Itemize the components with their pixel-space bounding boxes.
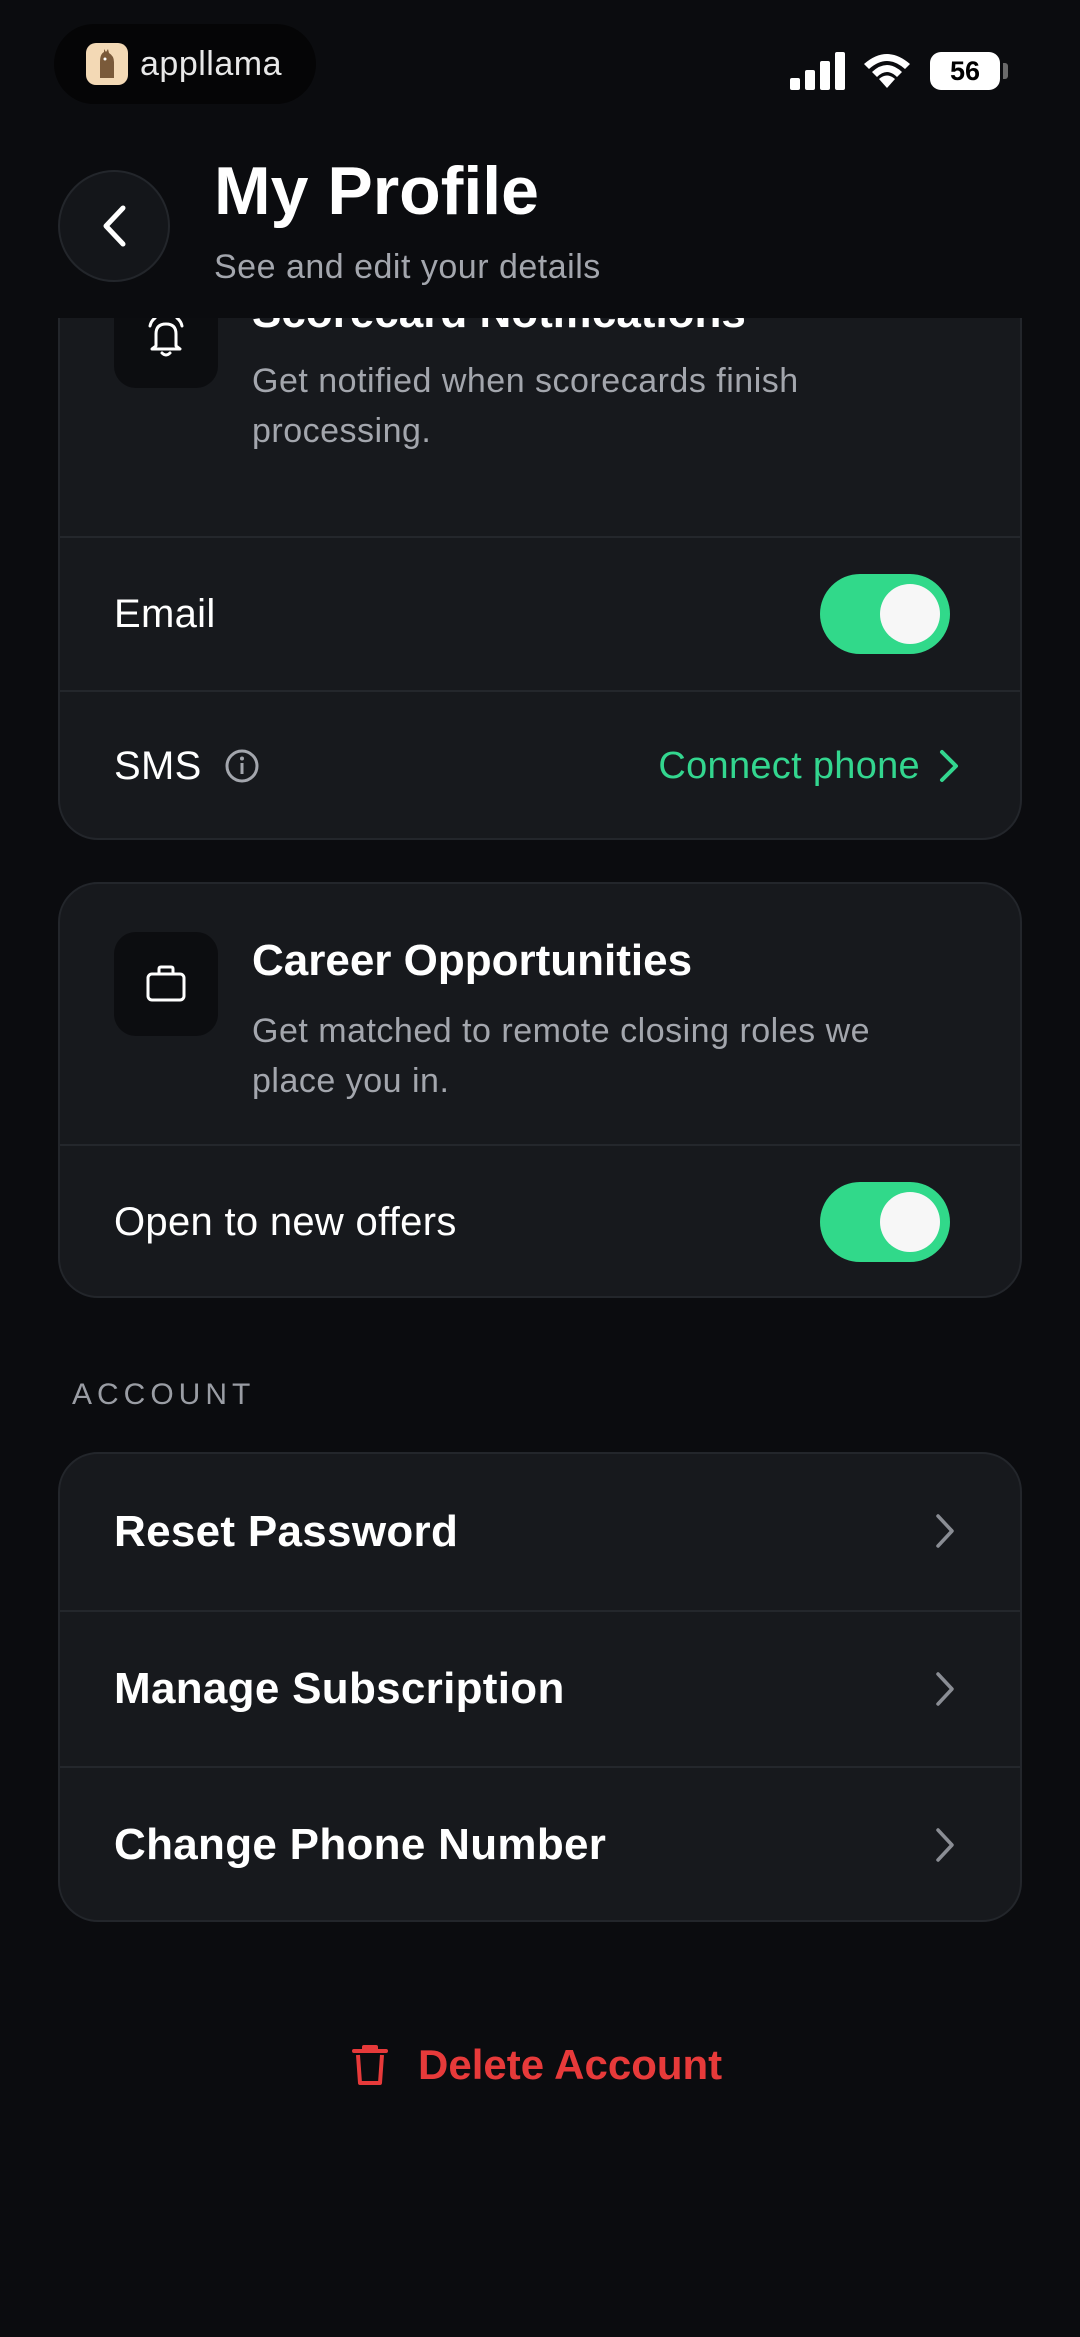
bell-ring-icon [148, 318, 184, 357]
offers-toggle[interactable] [820, 1182, 950, 1262]
app-name: appllama [140, 44, 282, 83]
career-title: Career Opportunities [252, 936, 693, 985]
delete-account-button[interactable]: Delete Account [350, 2030, 722, 2100]
back-button[interactable] [58, 170, 170, 282]
reset-password-label: Reset Password [114, 1507, 459, 1556]
chevron-right-icon [936, 1514, 954, 1548]
manage-subscription-row[interactable]: Manage Subscription [60, 1610, 1020, 1766]
status-bar: appllama 56 [0, 0, 1080, 110]
cellular-signal-icon [790, 52, 845, 90]
llama-logo-icon [86, 43, 128, 85]
chevron-right-icon [936, 1828, 954, 1862]
offers-label: Open to new offers [114, 1199, 457, 1244]
scorecard-notifications-card: Scorecard Notifications Get notified whe… [58, 318, 1022, 840]
change-phone-label: Change Phone Number [114, 1820, 607, 1869]
email-label: Email [114, 591, 216, 636]
briefcase-icon-box [114, 932, 218, 1036]
battery-indicator: 56 [930, 52, 1000, 90]
toggle-knob [880, 1192, 940, 1252]
delete-account-label: Delete Account [418, 2041, 723, 2088]
wifi-icon [864, 54, 910, 88]
email-toggle[interactable] [820, 574, 950, 654]
sms-row: SMS Connect phone [60, 690, 1020, 838]
career-opportunities-card: Career Opportunities Get matched to remo… [58, 882, 1022, 1298]
connect-phone-label: Connect phone [658, 744, 920, 787]
chevron-left-icon [103, 205, 126, 247]
change-phone-row[interactable]: Change Phone Number [60, 1766, 1020, 1920]
info-icon[interactable] [224, 748, 260, 784]
connect-phone-link[interactable]: Connect phone [658, 692, 960, 838]
app-indicator-pill[interactable]: appllama [54, 24, 316, 104]
account-section-label: ACCOUNT [72, 1378, 256, 1411]
scorecard-title: Scorecard Notifications [252, 318, 746, 338]
bell-icon-box [114, 318, 218, 388]
briefcase-icon [146, 965, 186, 1002]
chevron-right-icon [936, 1672, 954, 1706]
page-title: My Profile [214, 153, 539, 229]
battery-tip [1003, 63, 1008, 79]
page-subtitle: See and edit your details [214, 248, 601, 286]
chevron-right-icon [940, 750, 958, 782]
reset-password-row[interactable]: Reset Password [60, 1454, 1020, 1610]
career-description: Get matched to remote closing roles we p… [252, 1012, 871, 1100]
manage-subscription-label: Manage Subscription [114, 1664, 565, 1713]
scorecard-description: Get notified when scorecards finish proc… [252, 362, 799, 450]
trash-icon [352, 2045, 388, 2085]
page-header: My Profile See and edit your details [0, 110, 1080, 320]
account-card: Reset Password Manage Subscription Chang… [58, 1452, 1022, 1922]
sms-label: SMS [114, 743, 202, 788]
email-row: Email [60, 536, 1020, 690]
offers-row: Open to new offers [60, 1144, 1020, 1296]
toggle-knob [880, 584, 940, 644]
